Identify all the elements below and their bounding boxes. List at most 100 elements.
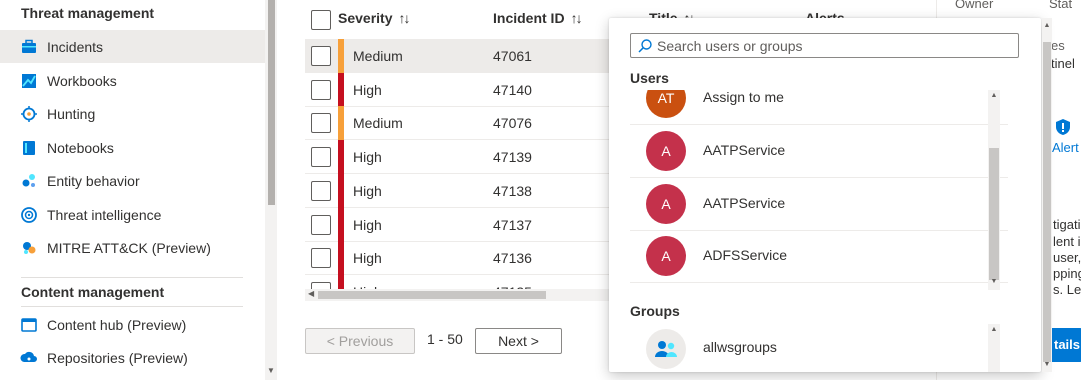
search-input[interactable] [657, 36, 1012, 56]
assign-to-me-option[interactable]: AT Assign to me [630, 90, 1008, 125]
sidebar-divider [21, 306, 243, 307]
sidebar-item-notebooks[interactable]: Notebooks [0, 131, 265, 164]
incident-id-cell: 47139 [493, 149, 532, 166]
workbooks-icon [22, 74, 36, 88]
sidebar-item-label: Workbooks [47, 72, 117, 89]
severity-indicator [338, 173, 344, 208]
row-checkbox[interactable] [311, 248, 331, 269]
section-threat-management: Threat management [21, 5, 155, 21]
sidebar-item-threat-intelligence[interactable]: Threat intelligence [0, 198, 265, 231]
sidebar-item-label: MITRE ATT&CK (Preview) [47, 239, 211, 256]
row-checkbox[interactable] [311, 79, 331, 100]
sidebar: Threat management Incidents Workbooks Hu… [0, 0, 265, 380]
search-box[interactable] [630, 33, 1019, 58]
scroll-left-icon[interactable]: ◀ [308, 289, 314, 298]
entity-behavior-icon [22, 174, 35, 187]
groups-group-label: Groups [630, 303, 680, 319]
sidebar-item-mitre[interactable]: MITRE ATT&CK (Preview) [0, 231, 265, 264]
incidents-page: Threat management Incidents Workbooks Hu… [0, 0, 1081, 380]
previous-page-button[interactable]: < Previous [305, 328, 415, 354]
status-label: Stat [1049, 0, 1073, 11]
dropdown-scroll-thumb[interactable] [1043, 42, 1051, 362]
severity-indicator [338, 106, 344, 141]
severity-cell: High [353, 182, 382, 199]
sidebar-item-label: Content hub (Preview) [47, 316, 187, 333]
severity-indicator [338, 274, 344, 290]
incident-id-cell: 47136 [493, 250, 532, 267]
sidebar-scroll-thumb[interactable] [268, 0, 275, 205]
incident-id-cell: 47140 [493, 81, 532, 98]
shield-icon [1056, 119, 1070, 135]
sidebar-divider [21, 277, 243, 278]
sidebar-item-label: Notebooks [47, 139, 114, 156]
scroll-up-icon[interactable]: ▲ [988, 326, 1000, 333]
user-option[interactable]: A ADFSService [630, 230, 1008, 283]
sidebar-item-label: Threat intelligence [47, 206, 162, 223]
scroll-down-icon[interactable]: ▼ [266, 366, 276, 376]
incident-id-cell: 47076 [493, 115, 532, 132]
sidebar-item-repositories[interactable]: Repositories (Preview) [0, 341, 265, 374]
users-group-label: Users [630, 70, 669, 86]
sort-icon[interactable]: ↑↓ [398, 10, 410, 26]
user-option[interactable]: A AATPService [630, 178, 1008, 231]
scroll-up-icon[interactable]: ▲ [1041, 22, 1053, 29]
avatar: AT [646, 90, 686, 118]
severity-indicator [338, 241, 344, 276]
users-list: AT Assign to me A AATPService A AATPService A A… [630, 90, 1008, 290]
sidebar-item-label: Incidents [47, 38, 104, 55]
scroll-down-icon[interactable]: ▼ [1041, 361, 1053, 368]
panel-text: s. Lea [1053, 282, 1081, 297]
scroll-down-icon[interactable]: ▼ [988, 278, 1000, 285]
avatar: A [646, 131, 686, 171]
sidebar-item-entity-behavior[interactable]: Entity behavior [0, 164, 265, 197]
user-name: Assign to me [703, 90, 784, 105]
hunting-icon [21, 106, 37, 122]
users-list-scroll-thumb[interactable] [989, 148, 999, 280]
groups-list: allwsgroups [630, 324, 1008, 372]
user-name: AATPService [703, 142, 786, 158]
incident-id-cell: 47137 [493, 216, 532, 233]
column-header-incident-id[interactable]: Incident ID ↑↓ [493, 10, 583, 26]
repositories-icon [20, 351, 37, 362]
row-checkbox[interactable] [311, 180, 331, 201]
panel-text: pping [1053, 266, 1081, 281]
group-name: allwsgroups [703, 339, 777, 355]
severity-indicator [338, 72, 344, 107]
sidebar-item-workbooks[interactable]: Workbooks [0, 64, 265, 97]
sort-icon[interactable]: ↑↓ [571, 10, 583, 26]
incidents-icon [22, 39, 36, 53]
severity-cell: High [353, 149, 382, 166]
user-option[interactable]: A AATPService [630, 125, 1008, 178]
incident-id-cell: 47061 [493, 48, 532, 64]
select-all-checkbox[interactable] [311, 10, 331, 30]
user-name: ADFSService [703, 247, 788, 263]
mitre-icon [23, 242, 36, 254]
notebooks-icon [23, 141, 35, 155]
row-checkbox[interactable] [311, 46, 331, 66]
threat-intelligence-icon [21, 207, 37, 223]
severity-indicator [338, 140, 344, 175]
alerts-link[interactable]: Alert [1052, 140, 1079, 155]
avatar: A [646, 184, 686, 224]
panel-text: es [1051, 38, 1065, 53]
severity-cell: High [353, 216, 382, 233]
row-checkbox[interactable] [311, 214, 331, 235]
panel-text: lent i [1053, 234, 1081, 249]
severity-cell: High [353, 81, 382, 98]
sidebar-item-label: Repositories (Preview) [47, 349, 188, 366]
sidebar-item-content-hub[interactable]: Content hub (Preview) [0, 308, 265, 341]
next-page-button[interactable]: Next > [475, 328, 562, 354]
sidebar-item-hunting[interactable]: Hunting [0, 97, 265, 130]
avatar: A [646, 236, 686, 276]
severity-cell: Medium [353, 115, 403, 132]
row-checkbox[interactable] [311, 147, 331, 168]
table-scroll-thumb[interactable] [318, 291, 546, 299]
scroll-up-icon[interactable]: ▲ [988, 92, 1000, 99]
group-option[interactable]: allwsgroups [630, 324, 1008, 372]
view-full-details-button[interactable]: tails [1050, 328, 1081, 362]
sidebar-item-incidents[interactable]: Incidents [0, 30, 265, 63]
severity-cell: High [353, 250, 382, 267]
group-icon [646, 329, 686, 369]
row-checkbox[interactable] [311, 113, 331, 134]
column-header-severity[interactable]: Severity ↑↓ [338, 10, 410, 26]
